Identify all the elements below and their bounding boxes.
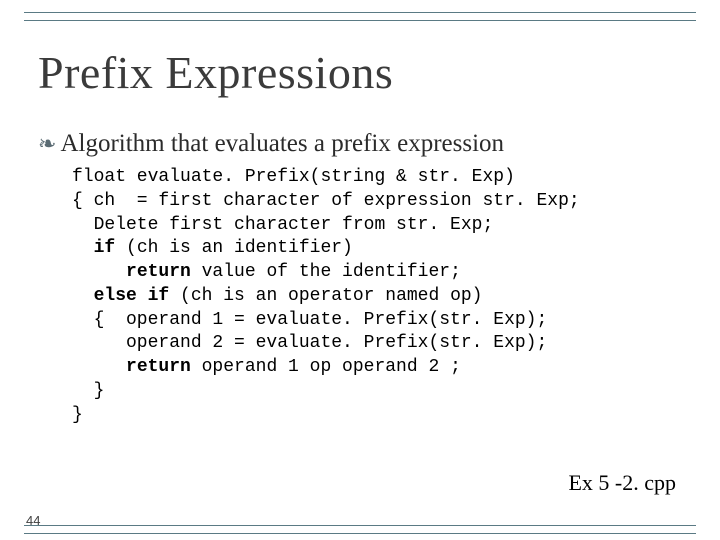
code-line-4c: (ch is an identifier): [115, 238, 353, 258]
code-line-9a: [72, 357, 126, 377]
code-block: float evaluate. Prefix(string & str. Exp…: [72, 166, 580, 427]
code-kw-elseif: else if: [94, 286, 170, 306]
slide-title: Prefix Expressions: [38, 46, 393, 99]
divider-top-1: [24, 12, 696, 13]
code-line-1: float evaluate. Prefix(string & str. Exp…: [72, 167, 515, 187]
code-line-10: }: [72, 381, 104, 401]
code-line-2: { ch = first character of expression str…: [72, 191, 580, 211]
slide: Prefix Expressions ❧ Algorithm that eval…: [0, 0, 720, 540]
code-line-7: { operand 1 = evaluate. Prefix(str. Exp)…: [72, 310, 547, 330]
divider-bottom-1: [24, 525, 696, 526]
code-line-4a: [72, 238, 94, 258]
divider-top-2: [24, 20, 696, 21]
code-line-11: }: [72, 405, 83, 425]
footer-reference: Ex 5 -2. cpp: [568, 470, 676, 496]
leaf-bullet-icon: ❧: [38, 133, 56, 155]
code-kw-return-2: return: [126, 357, 191, 377]
code-line-3: Delete first character from str. Exp;: [72, 215, 493, 235]
code-line-6c: (ch is an operator named op): [169, 286, 482, 306]
code-kw-return-1: return: [126, 262, 191, 282]
code-line-5c: value of the identifier;: [191, 262, 461, 282]
code-line-9c: operand 1 op operand 2 ;: [191, 357, 461, 377]
subtitle-text: Algorithm that evaluates a prefix expres…: [60, 130, 504, 158]
subtitle-row: ❧ Algorithm that evaluates a prefix expr…: [38, 130, 504, 158]
code-kw-if: if: [94, 238, 116, 258]
code-line-6a: [72, 286, 94, 306]
code-line-5a: [72, 262, 126, 282]
code-line-8: operand 2 = evaluate. Prefix(str. Exp);: [72, 333, 547, 353]
divider-bottom-2: [24, 533, 696, 534]
